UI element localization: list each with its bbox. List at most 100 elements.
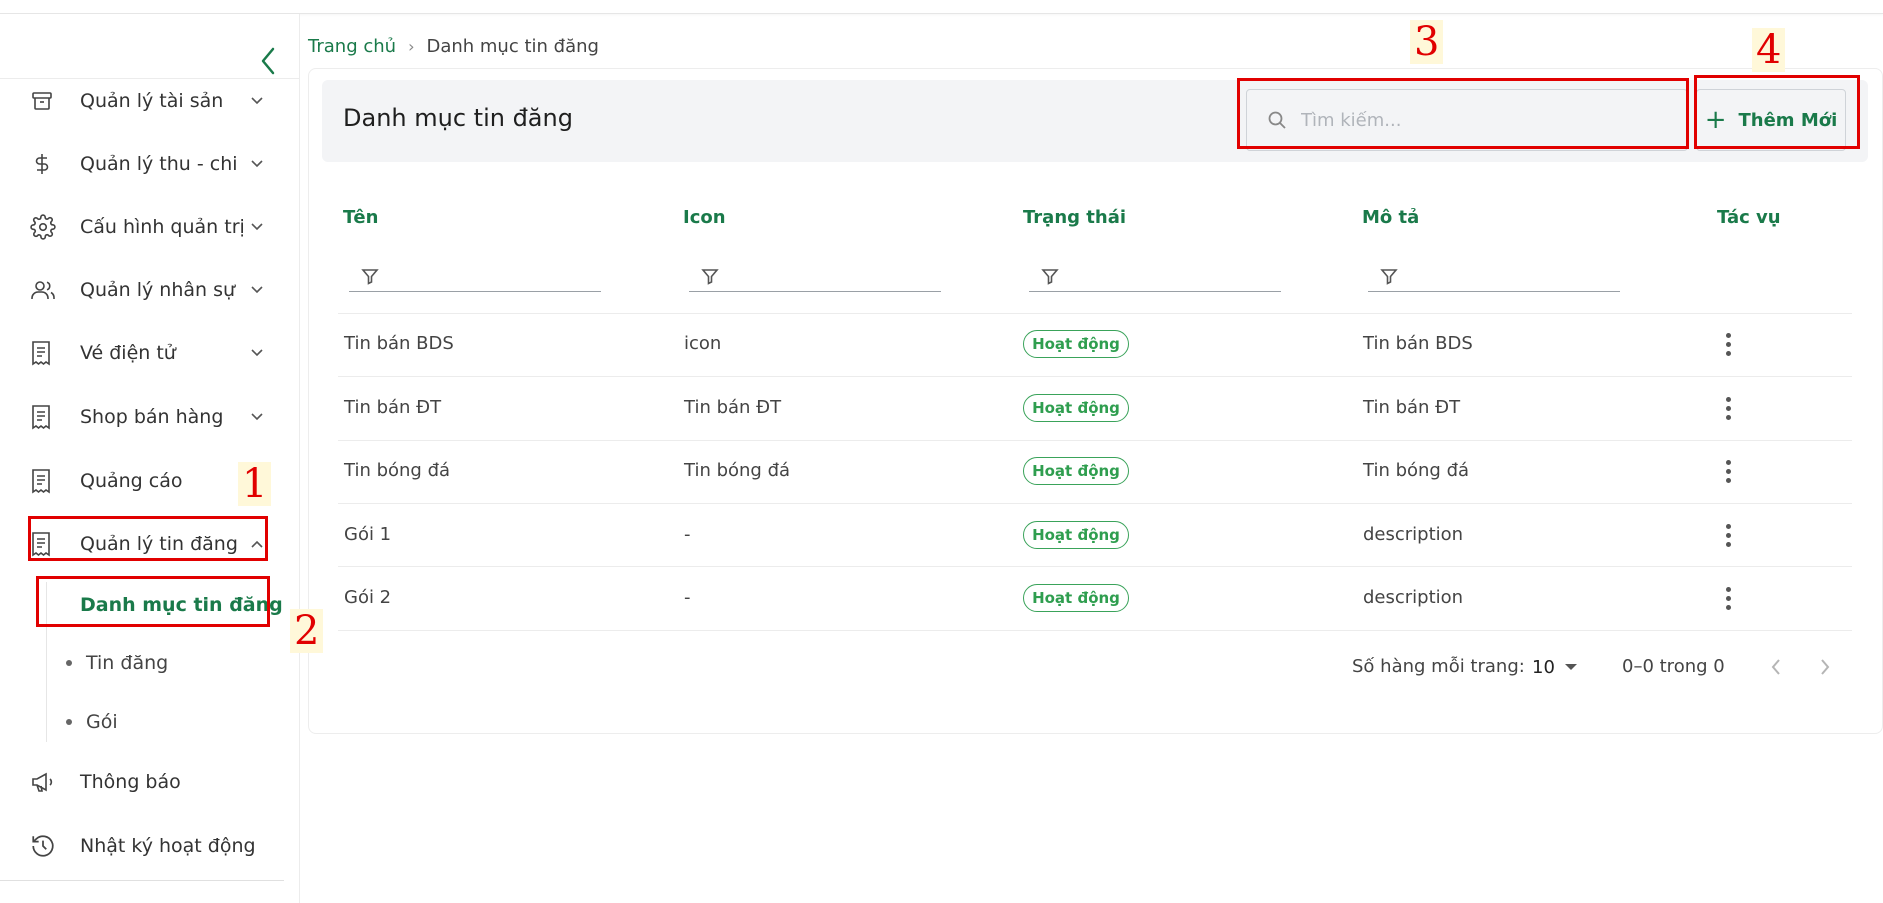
row-actions-menu-icon[interactable]: [1718, 519, 1738, 551]
caret-down-icon: [1564, 664, 1577, 670]
receipt-icon: [30, 468, 66, 494]
users-icon: [30, 277, 66, 303]
chevron-down-icon: [246, 348, 268, 358]
column-header-status[interactable]: Trạng thái: [1023, 207, 1126, 228]
sidebar-item-hr[interactable]: Quản lý nhân sự: [30, 270, 268, 310]
sidebar-item-shop[interactable]: Shop bán hàng: [30, 397, 268, 437]
bullet-dot: [66, 719, 72, 725]
chevron-down-icon: [246, 412, 268, 422]
plus-icon: +: [1704, 105, 1727, 135]
cell-icon: icon: [684, 333, 722, 354]
sidebar-item-label: Cấu hình quản trị: [80, 216, 245, 238]
table-divider: [338, 503, 1852, 504]
row-actions-menu-icon[interactable]: [1718, 455, 1738, 487]
filter-icon: [1041, 268, 1059, 285]
chevron-down-icon: [246, 159, 268, 169]
chevron-left-icon: [261, 47, 275, 75]
sidebar-subitem-packages[interactable]: Gói: [40, 704, 268, 740]
status-badge: Hoạt động: [1023, 457, 1129, 485]
cell-name: Gói 1: [344, 524, 392, 545]
collapse-sidebar-button[interactable]: [254, 44, 282, 78]
sidebar-item-listing-management[interactable]: Quản lý tin đăng: [30, 524, 268, 564]
dollar-icon: [30, 151, 66, 177]
column-header-name[interactable]: Tên: [343, 207, 378, 228]
receipt-icon: [30, 531, 66, 557]
cell-description: Tin bán BDS: [1363, 333, 1473, 354]
cell-icon: Tin bóng đá: [684, 460, 791, 481]
archive-icon: [30, 88, 66, 114]
sidebar-item-asset-management[interactable]: Quản lý tài sản: [30, 81, 268, 121]
filter-status[interactable]: [1029, 260, 1281, 292]
sidebar-item-label: Shop bán hàng: [80, 406, 224, 428]
add-new-button[interactable]: + Thêm Mới: [1696, 89, 1846, 151]
sidebar-item-label: Nhật ký hoạt động: [80, 835, 256, 857]
cell-icon: -: [684, 587, 691, 608]
sidebar-item-label: Quản lý nhân sự: [80, 279, 236, 301]
column-header-actions: Tác vụ: [1717, 207, 1781, 228]
sidebar-item-label: Thông báo: [80, 771, 181, 793]
sidebar-subitem-listings[interactable]: Tin đăng: [40, 645, 268, 681]
filter-icon-column[interactable]: [689, 260, 941, 292]
sidebar-item-label: Quản lý thu - chi: [80, 153, 238, 175]
sidebar-subitem-label: Tin đăng: [86, 652, 169, 674]
column-header-icon[interactable]: Icon: [683, 207, 726, 228]
status-badge: Hoạt động: [1023, 330, 1129, 358]
sidebar-item-admin-config[interactable]: Cấu hình quản trị: [30, 207, 268, 247]
annotation-number-3: 3: [1410, 20, 1444, 64]
cell-description: description: [1363, 524, 1464, 545]
sidebar-item-ads[interactable]: Quảng cáo: [30, 461, 268, 501]
sidebar-subitem-label: Gói: [86, 711, 118, 733]
previous-page-button[interactable]: [1761, 652, 1791, 682]
status-badge: Hoạt động: [1023, 584, 1129, 612]
annotation-number-2: 2: [290, 609, 324, 653]
filter-name[interactable]: [349, 260, 601, 292]
row-actions-menu-icon[interactable]: [1718, 392, 1738, 424]
sidebar-item-label: Quản lý tin đăng: [80, 533, 238, 555]
rows-per-page-label: Số hàng mỗi trang:: [1352, 656, 1525, 677]
row-actions-menu-icon[interactable]: [1718, 328, 1738, 360]
cell-description: Tin bán ĐT: [1363, 397, 1461, 418]
filter-icon: [361, 268, 379, 285]
rows-per-page-select[interactable]: 10: [1532, 652, 1592, 682]
sidebar-subitem-listing-category[interactable]: Danh mục tin đăng: [40, 587, 283, 623]
row-actions-menu-icon[interactable]: [1718, 582, 1738, 614]
filter-description[interactable]: [1368, 260, 1620, 292]
search-field[interactable]: [1246, 89, 1688, 151]
sidebar-subitem-label: Danh mục tin đăng: [80, 594, 283, 616]
cell-description: Tin bóng đá: [1363, 460, 1470, 481]
table-divider: [338, 440, 1852, 441]
table-divider: [338, 376, 1852, 377]
sidebar-item-notifications[interactable]: Thông báo: [30, 762, 268, 802]
gear-icon: [30, 214, 66, 240]
annotation-number-1: 1: [238, 462, 272, 506]
sidebar-bottom-divider: [0, 880, 284, 881]
next-page-button[interactable]: [1810, 652, 1840, 682]
sidebar-item-label: Vé điện tử: [80, 342, 176, 364]
status-badge: Hoạt động: [1023, 394, 1129, 422]
cell-icon: Tin bán ĐT: [684, 397, 782, 418]
breadcrumb: Trang chủ › Danh mục tin đăng: [308, 36, 599, 57]
status-badge: Hoạt động: [1023, 521, 1129, 549]
column-header-description[interactable]: Mô tả: [1362, 207, 1419, 228]
sidebar-item-e-ticket[interactable]: Vé điện tử: [30, 333, 268, 373]
sidebar-item-activity-log[interactable]: Nhật ký hoạt động: [30, 826, 268, 866]
chevron-down-icon: [246, 96, 268, 106]
breadcrumb-home-link[interactable]: Trang chủ: [308, 36, 396, 57]
chevron-down-icon: [246, 222, 268, 232]
chevron-right-icon: [1821, 659, 1830, 675]
filter-icon: [701, 268, 719, 285]
cell-icon: -: [684, 524, 691, 545]
cell-name: Tin bán ĐT: [344, 397, 442, 418]
sidebar-item-income-expense[interactable]: Quản lý thu - chi: [30, 144, 268, 184]
chevron-left-icon: [1771, 659, 1780, 675]
search-icon: [1268, 111, 1286, 129]
chevron-down-icon: [246, 285, 268, 295]
table-divider: [338, 313, 1852, 314]
pagination-range: 0–0 trong 0: [1622, 656, 1725, 677]
page-title: Danh mục tin đăng: [343, 104, 573, 132]
megaphone-icon: [30, 769, 66, 795]
search-input[interactable]: [1301, 109, 1661, 131]
table-divider: [338, 630, 1852, 631]
chevron-up-icon: [246, 539, 268, 549]
breadcrumb-current: Danh mục tin đăng: [426, 36, 599, 57]
